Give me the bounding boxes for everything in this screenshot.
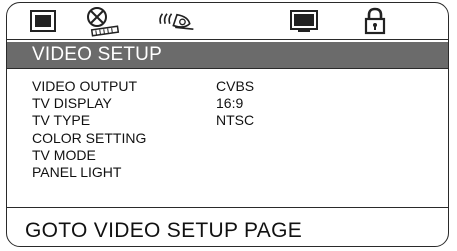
menu-item-label: TV DISPLAY — [32, 95, 112, 112]
menu-item-tv-mode[interactable]: TV MODE — [32, 147, 146, 164]
lock-icon[interactable] — [355, 6, 395, 36]
menu-item-panel-light[interactable]: PANEL LIGHT — [32, 164, 146, 181]
menu-item-label: COLOR SETTING — [32, 129, 147, 146]
monitor-icon[interactable] — [23, 6, 63, 36]
menu-item-value: CVBS — [216, 78, 255, 94]
screen-icon[interactable] — [284, 6, 324, 36]
menu-item-value: 16:9 — [216, 95, 244, 112]
menu-item-label: VIDEO OUTPUT — [32, 78, 138, 94]
menu-item-value: NTSC — [216, 112, 255, 129]
speaker-disc-icon[interactable] — [82, 6, 122, 37]
page-title: VIDEO SETUP — [32, 44, 162, 65]
menu-item-label: TV TYPE — [32, 112, 91, 129]
status-text: GOTO VIDEO SETUP PAGE — [25, 219, 303, 242]
status-bar: GOTO VIDEO SETUP PAGE — [7, 207, 448, 246]
menu-item-video-output[interactable]: VIDEO OUTPUT CVBS — [32, 78, 254, 95]
menu-item-color-setting[interactable]: COLOR SETTING — [32, 130, 146, 147]
settings-menu: VIDEO OUTPUT CVBS TV DISPLAY 16:9 TV TYP… — [32, 78, 254, 181]
menu-item-tv-type[interactable]: TV TYPE NTSC — [32, 112, 254, 129]
tab-bar — [7, 3, 448, 40]
audio-waves-icon[interactable] — [157, 6, 197, 36]
title-bar: VIDEO SETUP — [7, 42, 448, 69]
menu-item-label: TV MODE — [32, 146, 96, 163]
menu-item-tv-display[interactable]: TV DISPLAY 16:9 — [32, 95, 243, 112]
menu-item-label: PANEL LIGHT — [32, 163, 122, 180]
osd-frame: VIDEO SETUP VIDEO OUTPUT CVBS TV DISPLAY… — [6, 2, 449, 247]
